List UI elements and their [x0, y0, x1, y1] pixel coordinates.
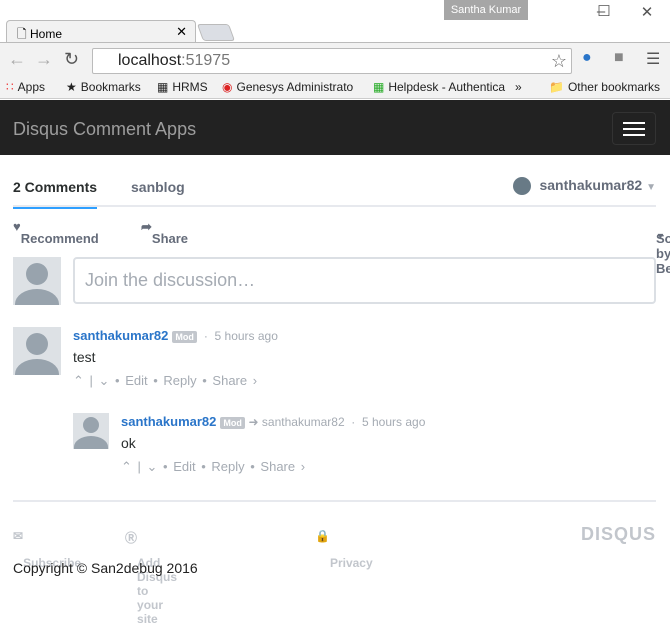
profile-badge[interactable]: Santha Kumar — [444, 0, 528, 20]
tab-close-icon[interactable]: ✕ — [176, 24, 187, 40]
mod-badge: Mod — [220, 417, 245, 429]
upvote-icon[interactable]: ⌃ — [121, 459, 132, 474]
reply-to-user[interactable]: santhakumar82 — [262, 415, 345, 429]
url-port: :51975 — [181, 52, 231, 69]
browser-toolbar: ← → ↻ localhost:51975 ☆ ● ■ ☰ — [0, 42, 670, 76]
hamburger-menu-button[interactable] — [612, 112, 656, 145]
reply-arrow-icon: ➜ — [248, 415, 259, 429]
menu-icon[interactable]: ☰ — [646, 49, 660, 69]
app-brand[interactable]: Disqus Comment Apps — [13, 119, 196, 140]
browser-titlebar: Santha Kumar – ☐ ✕ 🗋 Home ✕ — [0, 0, 670, 43]
tab-home[interactable]: 🗋 Home ✕ — [6, 20, 196, 43]
back-icon[interactable]: ← — [8, 49, 26, 70]
bookmark-genesys[interactable]: ◉ Genesys Administrato — [222, 80, 362, 94]
avatar[interactable] — [13, 327, 61, 375]
tab-forum[interactable]: sanblog — [131, 179, 185, 195]
extension-icon[interactable]: ● — [582, 49, 592, 67]
mod-badge: Mod — [172, 331, 197, 343]
add-disqus-link[interactable]: Ⓡ Add Disqus to your site — [125, 529, 177, 626]
disqus-thread: 2 Comments sanblog santhakumar82 ▼ ♥ Rec… — [13, 155, 670, 474]
edit-link[interactable]: Edit — [173, 459, 195, 474]
close-window-button[interactable]: ✕ — [632, 3, 662, 21]
maximize-button[interactable]: ☐ — [589, 2, 619, 20]
comment-author[interactable]: santhakumar82 — [121, 414, 216, 429]
user-menu[interactable]: santhakumar82 ▼ — [513, 177, 656, 196]
comment-author[interactable]: santhakumar82 — [73, 328, 168, 343]
comment-text: ok — [121, 435, 136, 451]
comment-time[interactable]: 5 hours ago — [215, 329, 278, 343]
downvote-icon[interactable]: ⌄ — [99, 373, 110, 388]
comment-time[interactable]: 5 hours ago — [362, 415, 425, 429]
app-navbar: Disqus Comment Apps — [0, 100, 670, 155]
disqus-footer: ✉ Subscribe Ⓡ Add Disqus to your site 🔒 … — [13, 500, 656, 626]
share-button[interactable]: ➦ Share — [141, 219, 188, 246]
comment-input[interactable]: Join the discussion… — [73, 257, 656, 304]
upvote-icon[interactable]: ⌃ — [73, 373, 84, 388]
avatar — [13, 257, 61, 305]
bookmarks-overflow[interactable]: » — [515, 80, 522, 94]
tab-comments[interactable]: 2 Comments — [13, 179, 98, 209]
extension-shield-icon[interactable]: ■ — [614, 49, 624, 67]
bookmark-bookmarks[interactable]: ★ Bookmarks — [66, 80, 141, 94]
page-icon: 🗋 — [17, 27, 27, 41]
copyright: Copyright © San2debug 2016 — [13, 560, 198, 576]
edit-link[interactable]: Edit — [125, 373, 147, 388]
user-bubble-icon — [513, 177, 532, 196]
address-bar[interactable]: localhost:51975 ☆ — [92, 48, 572, 74]
bookmark-apps[interactable]: ∷ Apps — [6, 80, 45, 94]
reply-link[interactable]: Reply — [163, 373, 196, 388]
recommend-button[interactable]: ♥ Recommend — [13, 219, 99, 246]
disqus-logo[interactable]: DISQUS — [581, 524, 656, 545]
comment-text: test — [73, 349, 96, 365]
reply-link[interactable]: Reply — [211, 459, 244, 474]
reload-icon[interactable]: ↻ — [64, 49, 79, 70]
bookmark-helpdesk[interactable]: ▦ Helpdesk - Authentica — [373, 80, 511, 94]
bookmark-other[interactable]: 📁 Other bookmarks — [549, 80, 660, 94]
privacy-link[interactable]: 🔒 Privacy — [315, 529, 373, 570]
forward-icon[interactable]: → — [35, 49, 53, 70]
new-tab-button[interactable] — [196, 24, 236, 41]
downvote-icon[interactable]: ⌄ — [147, 459, 158, 474]
tab-title: Home — [30, 27, 63, 41]
subscribe-link[interactable]: ✉ Subscribe — [13, 529, 81, 570]
bookmark-hrms[interactable]: ▦ HRMS — [157, 80, 208, 94]
share-link[interactable]: Share › — [212, 373, 257, 388]
url-host: localhost — [118, 52, 182, 69]
bookmark-star-icon[interactable]: ☆ — [551, 51, 567, 72]
bookmarks-bar: ∷ Apps ★ Bookmarks ▦ HRMS ◉ Genesys Administ… — [0, 76, 670, 99]
avatar[interactable] — [73, 413, 109, 449]
share-link[interactable]: Share › — [260, 459, 305, 474]
